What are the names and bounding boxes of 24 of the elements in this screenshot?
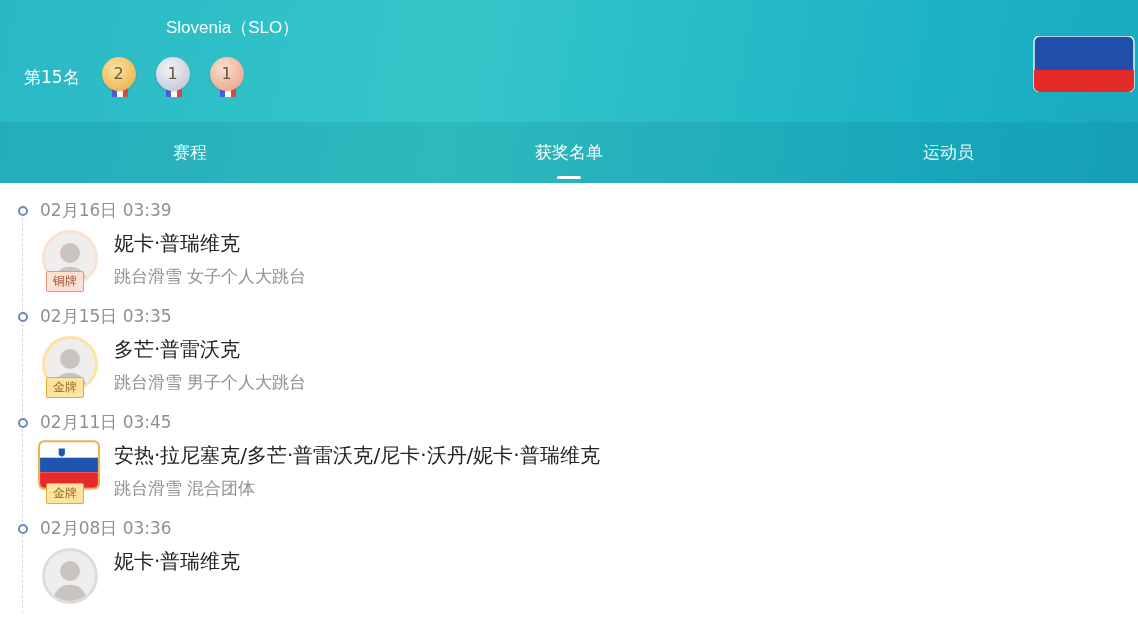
athlete-name: 妮卡·普瑞维克: [114, 230, 242, 257]
flag-icon: [1032, 36, 1136, 92]
entry-time: 02月08日 03:36: [40, 517, 172, 540]
timeline-dot: [18, 417, 28, 428]
rank-text: 第15名: [24, 66, 80, 89]
country-name: Slovenia（SLO）: [166, 17, 300, 39]
tab[interactable]: 运动员: [758, 122, 1138, 183]
athlete-name: 多芒·普雷沃克: [114, 336, 242, 363]
event-name: 跳台滑雪 男子个人大跳台: [114, 371, 307, 394]
entry-time: 02月15日 03:35: [40, 305, 172, 328]
athlete-name: 安热·拉尼塞克/多芒·普雷沃克/尼卡·沃丹/妮卡·普瑞维克: [114, 442, 600, 469]
timeline-dot: [18, 205, 28, 216]
entry-time: 02月11日 03:45: [40, 411, 172, 434]
tab[interactable]: 赛程: [0, 122, 380, 183]
timeline-dot: [18, 523, 28, 534]
medal-label: 金牌: [46, 483, 84, 504]
medal-label: 铜牌: [46, 271, 84, 292]
entry-time: 02月16日 03:39: [40, 199, 172, 222]
tab[interactable]: 获奖名单: [379, 122, 759, 183]
medal-label: 金牌: [46, 377, 84, 398]
event-name: 跳台滑雪 混合团体: [114, 477, 257, 500]
athlete-name: 妮卡·普瑞维克: [114, 548, 241, 575]
event-name: 跳台滑雪 女子个人大跳台: [114, 265, 307, 288]
timeline-dot: [18, 311, 28, 322]
